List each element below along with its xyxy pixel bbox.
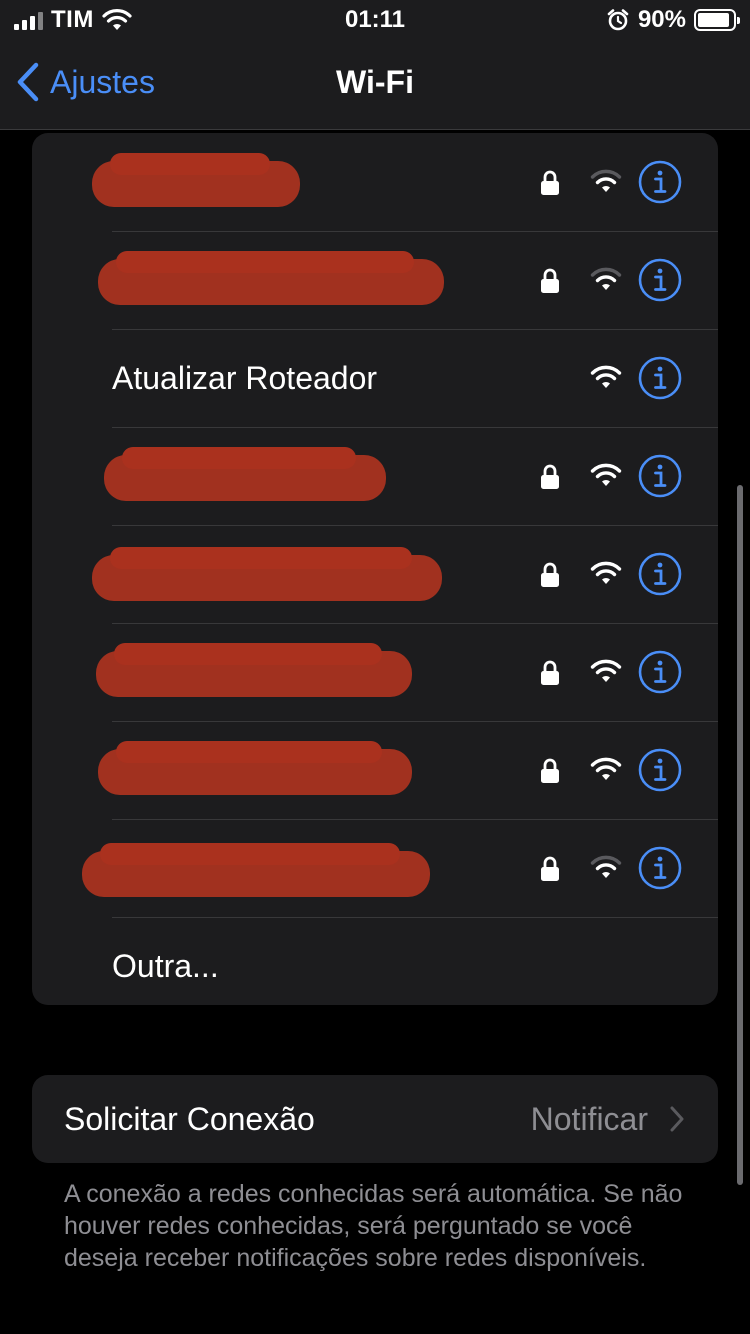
network-row[interactable]: Atualizar Roteador xyxy=(32,329,718,427)
info-button-icon[interactable] xyxy=(638,846,682,890)
lock-icon xyxy=(541,268,559,293)
row-separator xyxy=(112,623,718,624)
redacted-network-name xyxy=(98,251,444,305)
lock-icon xyxy=(541,562,559,587)
row-separator xyxy=(112,721,718,722)
info-button-icon[interactable] xyxy=(638,356,682,400)
status-bar: TIM 01:11 90% xyxy=(0,0,750,40)
scroll-indicator[interactable] xyxy=(737,485,743,1185)
lock-icon xyxy=(541,856,559,881)
row-separator xyxy=(112,525,718,526)
status-right: 90% xyxy=(606,6,740,34)
network-row[interactable] xyxy=(32,623,718,721)
other-network-label: Outra... xyxy=(112,948,219,984)
redacted-network-name xyxy=(98,741,412,795)
chevron-right-icon xyxy=(670,1106,684,1132)
wifi-signal-icon xyxy=(590,659,622,682)
other-network-row[interactable]: Outra... xyxy=(32,917,718,1005)
redacted-network-name xyxy=(104,447,386,501)
network-row[interactable] xyxy=(32,133,718,231)
network-row[interactable] xyxy=(32,231,718,329)
lock-icon xyxy=(541,464,559,489)
navigation-bar: Ajustes Wi-Fi xyxy=(0,40,750,130)
battery-icon xyxy=(694,9,740,31)
wifi-signal-icon xyxy=(590,855,622,878)
ask-to-join-label: Solicitar Conexão xyxy=(64,1101,315,1137)
info-button-icon[interactable] xyxy=(638,258,682,302)
row-separator xyxy=(112,819,718,820)
network-list: Atualizar Roteador Outra... xyxy=(32,133,718,1005)
network-row[interactable] xyxy=(32,427,718,525)
info-button-icon[interactable] xyxy=(638,160,682,204)
ask-to-join-value: Notificar xyxy=(530,1101,648,1137)
lock-icon xyxy=(541,758,559,783)
page-title: Wi-Fi xyxy=(336,64,414,100)
wifi-signal-icon xyxy=(590,757,622,780)
wifi-signal-icon xyxy=(590,463,622,486)
info-button-icon[interactable] xyxy=(638,748,682,792)
redacted-network-name xyxy=(92,153,300,207)
battery-fill xyxy=(698,13,729,27)
redacted-network-name xyxy=(96,643,412,697)
wifi-signal-icon xyxy=(590,267,622,290)
redacted-network-name xyxy=(92,547,442,601)
row-separator xyxy=(112,231,718,232)
battery-percent: 90% xyxy=(637,6,686,33)
wifi-signal-icon xyxy=(590,561,622,584)
wifi-signal-icon xyxy=(590,169,622,192)
alarm-icon xyxy=(607,9,629,31)
wifi-signal-icon xyxy=(590,365,622,388)
redacted-network-name xyxy=(82,843,430,897)
wifi-settings-screen: TIM 01:11 90% Ajustes Wi-Fi Atualizar Ro… xyxy=(0,0,750,1334)
network-row[interactable] xyxy=(32,721,718,819)
info-button-icon[interactable] xyxy=(638,454,682,498)
info-button-icon[interactable] xyxy=(638,552,682,596)
row-separator xyxy=(112,427,718,428)
network-row[interactable] xyxy=(32,525,718,623)
ask-to-join-footnote: A conexão a redes conhecidas será automá… xyxy=(64,1180,683,1272)
lock-icon xyxy=(541,660,559,685)
lock-icon xyxy=(541,170,559,195)
network-name: Atualizar Roteador xyxy=(112,360,378,396)
ask-to-join-row[interactable]: Solicitar Conexão Notificar xyxy=(32,1075,718,1163)
network-row[interactable] xyxy=(32,819,718,917)
info-button-icon[interactable] xyxy=(638,650,682,694)
